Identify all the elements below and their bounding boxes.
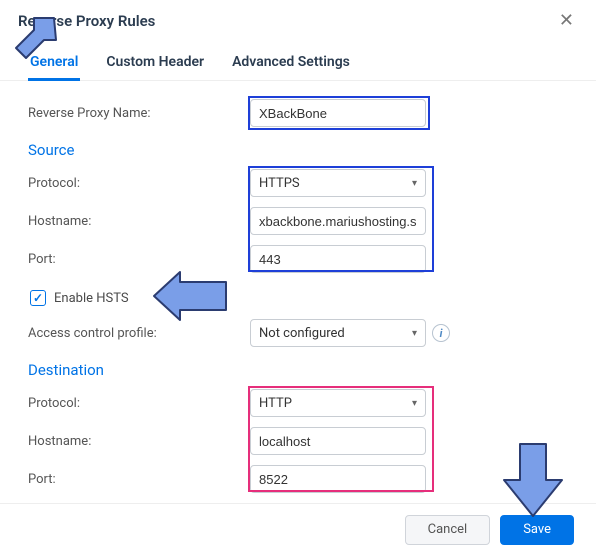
row-dst-protocol: Protocol: HTTP ▾ [28, 385, 568, 421]
input-dst-port[interactable] [250, 465, 426, 493]
dialog-footer: Cancel Save [0, 503, 596, 555]
select-src-protocol[interactable]: HTTPS ▾ [250, 169, 426, 197]
row-src-protocol: Protocol: HTTPS ▾ [28, 165, 568, 201]
dialog-titlebar: Reverse Proxy Rules ✕ [0, 0, 596, 40]
tab-advanced-settings[interactable]: Advanced Settings [230, 48, 352, 80]
label-src-hostname: Hostname: [28, 214, 250, 229]
row-src-hostname: Hostname: [28, 203, 568, 239]
row-dst-hostname: Hostname: [28, 423, 568, 459]
label-dst-port: Port: [28, 472, 250, 487]
info-icon[interactable]: i [432, 324, 450, 342]
checkbox-enable-hsts[interactable]: ✓ [30, 290, 46, 306]
select-dst-protocol-value: HTTP [259, 396, 292, 411]
label-enable-hsts: Enable HSTS [54, 291, 129, 306]
chevron-down-icon: ▾ [412, 328, 417, 339]
select-acp-value: Not configured [259, 326, 345, 341]
check-icon: ✓ [33, 292, 43, 304]
row-proxy-name: Reverse Proxy Name: [28, 95, 568, 131]
input-proxy-name[interactable] [250, 99, 426, 127]
form-area: Reverse Proxy Name: Source Protocol: HTT… [0, 81, 596, 497]
tab-custom-header[interactable]: Custom Header [104, 48, 206, 80]
row-access-control-profile: Access control profile: Not configured ▾… [28, 315, 568, 351]
row-enable-hsts[interactable]: ✓ Enable HSTS [30, 283, 568, 313]
label-dst-protocol: Protocol: [28, 396, 250, 411]
label-proxy-name: Reverse Proxy Name: [28, 106, 250, 121]
label-access-control-profile: Access control profile: [28, 326, 250, 341]
label-src-protocol: Protocol: [28, 176, 250, 191]
label-dst-hostname: Hostname: [28, 434, 250, 449]
input-src-port[interactable] [250, 245, 426, 273]
tab-bar: General Custom Header Advanced Settings [0, 40, 596, 81]
input-src-hostname[interactable] [250, 207, 426, 235]
dialog-title: Reverse Proxy Rules [18, 12, 155, 30]
reverse-proxy-dialog: Reverse Proxy Rules ✕ General Custom Hea… [0, 0, 596, 555]
cancel-button[interactable]: Cancel [405, 515, 491, 545]
select-access-control-profile[interactable]: Not configured ▾ [250, 319, 426, 347]
select-src-protocol-value: HTTPS [259, 176, 300, 191]
close-icon[interactable]: ✕ [555, 10, 578, 32]
save-button[interactable]: Save [500, 515, 574, 545]
label-src-port: Port: [28, 252, 250, 267]
heading-source: Source [28, 141, 568, 159]
select-dst-protocol[interactable]: HTTP ▾ [250, 389, 426, 417]
chevron-down-icon: ▾ [412, 398, 417, 409]
tab-general[interactable]: General [28, 48, 80, 80]
row-dst-port: Port: [28, 461, 568, 497]
chevron-down-icon: ▾ [412, 178, 417, 189]
row-src-port: Port: [28, 241, 568, 277]
heading-destination: Destination [28, 361, 568, 379]
input-dst-hostname[interactable] [250, 427, 426, 455]
